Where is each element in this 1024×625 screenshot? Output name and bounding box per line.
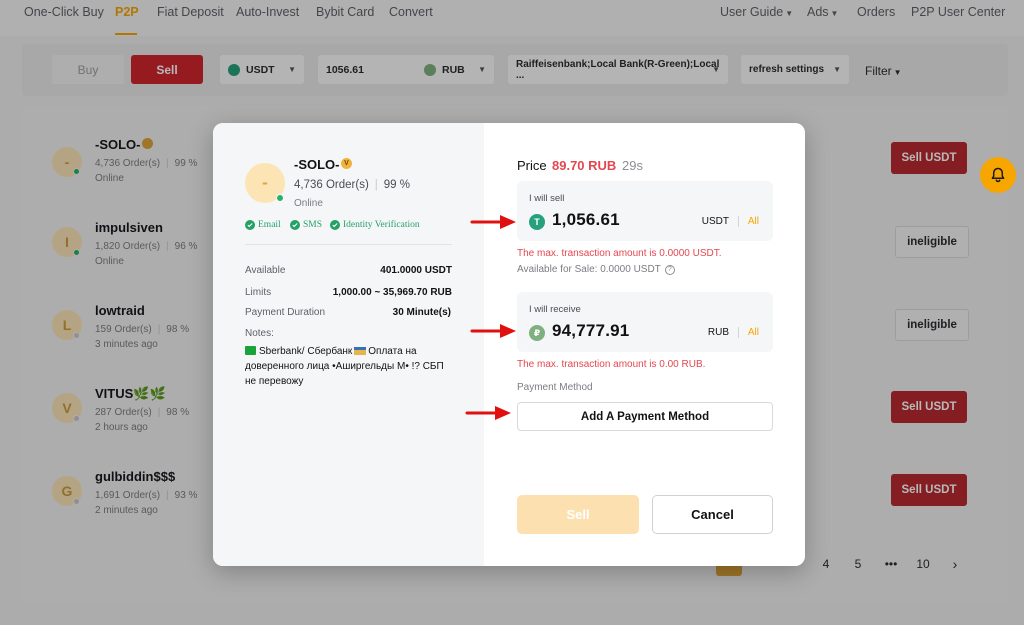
price-label: Price	[517, 158, 547, 173]
sell-amount-unit: USDT	[701, 216, 729, 227]
order-form: Price 89.70 RUB 29s I will sell T 1,056.…	[484, 123, 805, 566]
payment-duration-value: 30 Minute(s)	[392, 307, 451, 318]
notes-text: Sberbank/ Сбербанк Оплата на доверенного …	[245, 344, 457, 389]
verify-label: SMS	[303, 220, 323, 230]
divider	[738, 216, 739, 227]
verified-badge-icon: V	[341, 158, 352, 169]
receive-amount-label: I will receive	[529, 304, 581, 315]
add-payment-method-button[interactable]: Add A Payment Method	[517, 402, 773, 431]
available-for-sale: Available for Sale: 0.0000 USDT?	[517, 264, 675, 275]
green-square-icon	[245, 346, 256, 355]
divider	[245, 244, 452, 245]
sell-order-modal: - -SOLO- V 4,736 Order(s) | 99 % Online Em…	[213, 123, 805, 566]
divider	[738, 327, 739, 338]
arrow-annotation-icon	[470, 215, 516, 229]
cancel-button[interactable]: Cancel	[652, 495, 773, 534]
completion-rate: 99 %	[383, 179, 410, 191]
sell-all-button[interactable]: All	[748, 216, 759, 227]
price-refresh-timer: 29s	[622, 158, 643, 173]
online-dot	[276, 194, 284, 202]
sell-amount-input[interactable]: I will sell T 1,056.61 USDT All	[517, 181, 773, 241]
receive-all-button[interactable]: All	[748, 327, 759, 338]
check-circle-icon	[245, 220, 255, 230]
limits-label: Limits	[245, 287, 272, 298]
notification-bell-button[interactable]	[980, 157, 1016, 193]
price-value: 89.70 RUB	[552, 158, 617, 173]
payment-duration-label: Payment Duration	[245, 307, 326, 318]
merchant-orders: 4,736 Order(s) | 99 %	[294, 179, 410, 191]
orders-count: 4,736 Order(s)	[294, 179, 369, 191]
receive-amount-input[interactable]: I will receive ₽ 94,777.91 RUB All	[517, 292, 773, 352]
rub-coin-icon: ₽	[529, 325, 545, 341]
sell-amount-value[interactable]: 1,056.61	[552, 210, 620, 230]
check-circle-icon	[290, 220, 300, 230]
divider: |	[374, 179, 378, 191]
usdt-coin-icon: T	[529, 214, 545, 230]
sell-max-error: The max. transaction amount is 0.0000 US…	[517, 248, 722, 259]
available-label: Available	[245, 265, 286, 276]
available-for-sale-text: Available for Sale: 0.0000 USDT	[517, 264, 661, 275]
merchant-panel: - -SOLO- V 4,736 Order(s) | 99 % Online Em…	[213, 123, 484, 566]
receive-amount-value[interactable]: 94,777.91	[552, 321, 629, 341]
arrow-annotation-icon	[470, 324, 516, 338]
limits-value: 1,000.00 ~ 35,969.70 RUB	[332, 287, 452, 298]
notes-part-1: Sberbank/ Сбербанк	[259, 346, 353, 357]
sell-amount-label: I will sell	[529, 193, 565, 204]
notes-label: Notes:	[245, 328, 274, 339]
card-icon	[354, 347, 367, 355]
help-icon[interactable]: ?	[664, 264, 675, 275]
verify-label: Identity Verification	[343, 220, 420, 230]
available-value: 401.0000 USDT	[380, 265, 452, 276]
identity-verified: Identity Verification	[330, 220, 420, 230]
merchant-name: -SOLO-	[294, 157, 340, 172]
bell-icon	[991, 167, 1005, 183]
verify-label: Email	[258, 220, 281, 230]
receive-amount-unit: RUB	[707, 327, 729, 338]
payment-method-label: Payment Method	[517, 382, 593, 393]
receive-max-error: The max. transaction amount is 0.00 RUB.	[517, 359, 706, 370]
check-circle-icon	[330, 220, 340, 230]
sell-button[interactable]: Sell	[517, 495, 639, 534]
merchant-status: Online	[294, 198, 323, 209]
arrow-annotation-icon	[465, 406, 511, 420]
email-verified: Email	[245, 220, 281, 230]
sms-verified: SMS	[290, 220, 322, 230]
